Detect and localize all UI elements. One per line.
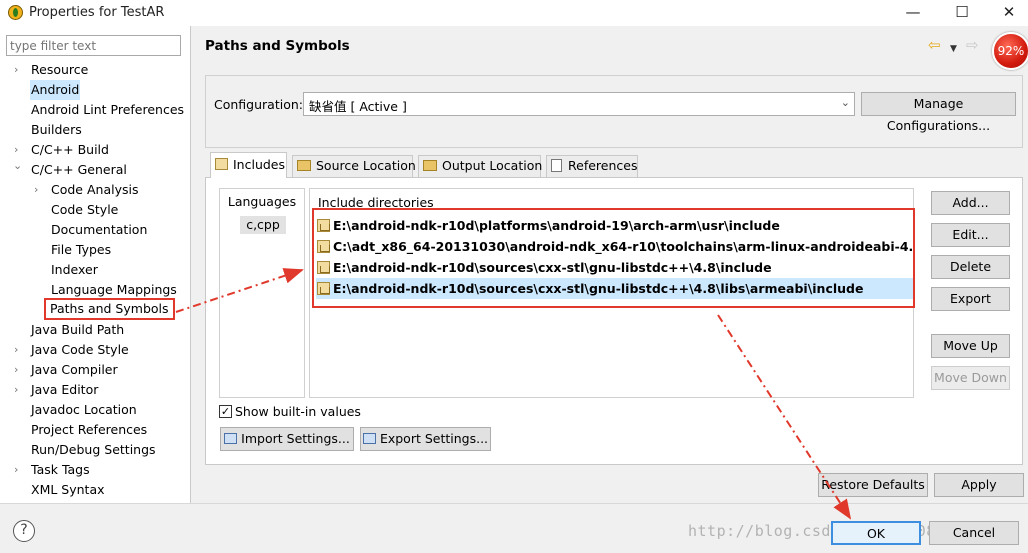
annotation-arrows — [175, 268, 852, 520]
arrow-to-includes — [175, 268, 304, 313]
arrow-to-ok — [717, 314, 852, 520]
properties-dialog: Properties for TestAR — ☐ ✕ ›ResourceAnd… — [0, 0, 1028, 553]
